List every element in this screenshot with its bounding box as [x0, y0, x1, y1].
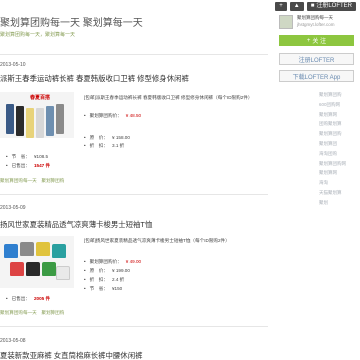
tag-item[interactable]: 聚划算团 — [319, 139, 354, 149]
follow-button[interactable]: + 关 注 — [279, 35, 354, 46]
discount-value: 3.1 折 — [112, 143, 125, 148]
post-meta[interactable]: 聚划算团购每一天 聚划算团购 — [0, 178, 64, 184]
download-app-button[interactable]: 下载LOFTER App — [279, 70, 354, 82]
blog-subtitle: 聚划算团购每一天，聚划算每一天 — [0, 32, 76, 38]
divider — [0, 326, 268, 327]
sold-value: 1547 件 — [34, 163, 51, 168]
register-top-label: 注册LOFTER — [316, 3, 352, 9]
tag-item[interactable]: 聚划算团购 — [319, 129, 354, 139]
divider — [0, 194, 268, 195]
tag-item[interactable]: 天猫聚划算 — [319, 188, 354, 198]
tag-item[interactable]: 海淘 — [319, 178, 354, 188]
save-value: ¥150 — [112, 286, 123, 291]
orig-price-value: ¥ 158.00 — [112, 135, 130, 140]
orig-price-row: • 原 价： ¥ 199.00 — [84, 268, 130, 273]
post-description: [包邮]扬风世家夏装精品透气凉爽薄卡梭男士短袖T恤（每个ID限购2件） — [84, 238, 230, 243]
group-price-value: ¥ 48.50 — [125, 113, 142, 118]
follow-label: 关 注 — [312, 39, 327, 45]
discount-label: 折 扣： — [89, 143, 108, 148]
discount-value: 2.4 折 — [112, 277, 125, 282]
top-bar: + ▲ ■ 注册LOFTER — [275, 2, 356, 11]
sold-value: 2005 件 — [34, 296, 51, 301]
orig-price-label: 原 价： — [89, 268, 108, 273]
group-price-label: 聚划算团购价： — [89, 259, 122, 264]
post-title[interactable]: 夏装新款亚麻裤 女直筒棉麻长裤中腰休闲裤 — [0, 350, 142, 360]
group-price-row: • 聚划算团购价： ¥ 49.00 — [84, 259, 142, 264]
product-image-pants[interactable]: 春夏百搭 — [0, 92, 74, 138]
post-description: [包邮]派斯王春季运动裤长裤 春夏韩版收口卫裤 修型修身休闲裤（每个ID限购2件… — [84, 95, 253, 100]
save-value: ¥108.5 — [34, 154, 49, 159]
sold-row: • 已售出： 2005 件 — [6, 296, 51, 301]
tag-item[interactable]: 聚划算团购网 — [319, 159, 354, 169]
profile-url: jhstgmyt.lofter.com — [297, 22, 335, 27]
discount-row: • 折 扣： 3.1 折 — [84, 143, 125, 148]
save-label: 节 省： — [11, 154, 30, 159]
register-button[interactable]: 注册LOFTER — [279, 53, 354, 65]
sidebar-panel: 聚划算团购每一天 jhstgmyt.lofter.com + 关 注 注册LOFT… — [279, 15, 354, 208]
home-icon: ▲ — [293, 3, 300, 9]
post-date: 2013-05-10 — [0, 62, 26, 68]
orig-price-value: ¥ 199.00 — [112, 268, 130, 273]
user-icon: ■ — [310, 3, 315, 9]
menu-button[interactable]: + — [275, 2, 287, 11]
tag-item[interactable]: 600团购网 — [319, 100, 354, 110]
profile-name[interactable]: 聚划算团购每一天 — [297, 15, 335, 21]
plus-icon: + — [306, 37, 311, 44]
discount-row: • 折 扣： 2.4 折 — [84, 277, 125, 282]
tag-item[interactable]: 聚划算网 — [319, 168, 354, 178]
save-label: 节 省： — [89, 286, 108, 291]
tag-item[interactable]: 聚划算团购 — [319, 90, 354, 100]
sold-label: 已售出： — [11, 296, 30, 301]
product-image-shirts[interactable] — [0, 236, 74, 288]
post-date: 2013-05-08 — [0, 338, 26, 344]
post-title[interactable]: 扬风世家夏装精品透气凉爽薄卡梭男士短袖T恤 — [0, 219, 152, 230]
group-price-row: • 聚划算团购价： ¥ 48.50 — [84, 113, 142, 118]
brand-logo: 春夏百搭 — [30, 95, 51, 101]
plus-icon: + — [279, 3, 283, 9]
sold-row: • 已售出： 1547 件 — [6, 163, 51, 168]
sold-label: 已售出： — [11, 163, 30, 168]
blog-title[interactable]: 聚划算团购每一天 聚划算每一天 — [0, 14, 143, 29]
save-row: • 节 省： ¥108.5 — [6, 154, 49, 159]
profile-card: 聚划算团购每一天 jhstgmyt.lofter.com — [279, 15, 354, 29]
post-date: 2013-05-09 — [0, 205, 26, 211]
tag-item[interactable]: 聚划 — [319, 198, 354, 208]
tag-item[interactable]: 海淘团购 — [319, 149, 354, 159]
tag-item[interactable]: 团购聚划算 — [319, 119, 354, 129]
group-price-label: 聚划算团购价： — [89, 113, 122, 118]
register-top-button[interactable]: ■ 注册LOFTER — [306, 2, 356, 11]
avatar[interactable] — [279, 15, 293, 29]
home-button[interactable]: ▲ — [289, 2, 304, 11]
orig-price-label: 原 价： — [89, 135, 108, 140]
post-title[interactable]: 派斯王春季运动裤长裤 春夏韩版收口卫裤 修型修身休闲裤 — [0, 73, 189, 84]
discount-label: 折 扣： — [89, 277, 108, 282]
orig-price-row: • 原 价： ¥ 158.00 — [84, 135, 130, 140]
post-meta[interactable]: 聚划算团购每一天 聚划算团购 — [0, 310, 64, 316]
divider — [0, 54, 268, 55]
group-price-value: ¥ 49.00 — [125, 259, 142, 264]
save-row: • 节 省： ¥150 — [84, 286, 123, 291]
tag-list: 聚划算团购 600团购网 聚划算网 团购聚划算 聚划算团购 聚划算团 海淘团购 … — [279, 90, 354, 208]
tag-item[interactable]: 聚划算网 — [319, 110, 354, 120]
